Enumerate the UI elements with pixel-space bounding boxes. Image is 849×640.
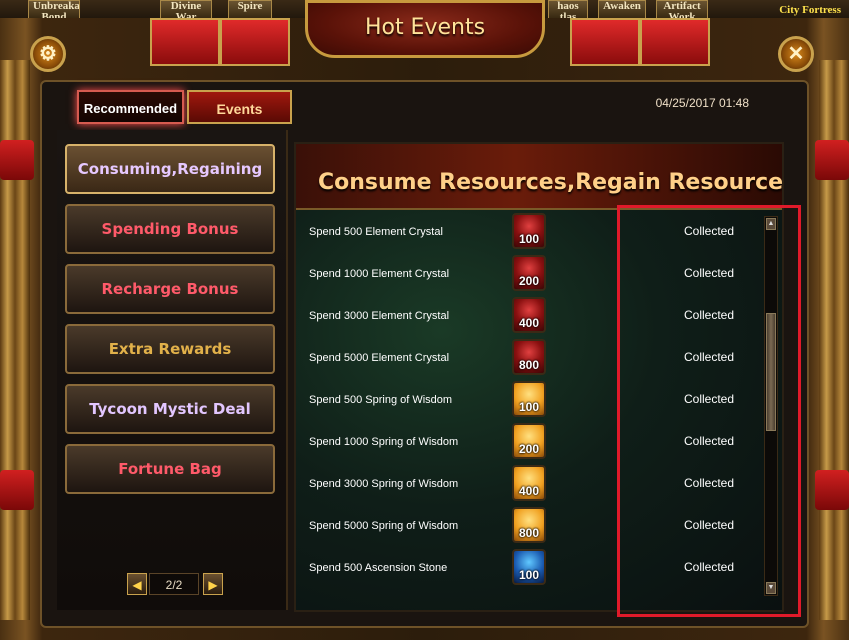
reward-condition-label: Spend 500 Spring of Wisdom bbox=[309, 394, 453, 406]
top-tab-4[interactable]: Awaken bbox=[598, 0, 646, 20]
window-title: Hot Events bbox=[364, 15, 486, 40]
reward-quantity: 100 bbox=[518, 400, 540, 414]
reward-quantity: 200 bbox=[518, 274, 540, 288]
banner-flag bbox=[570, 18, 640, 66]
wisdom-reward-icon[interactable]: 100 bbox=[512, 381, 546, 417]
reward-quantity: 400 bbox=[518, 316, 540, 330]
tab-events[interactable]: Events bbox=[187, 90, 292, 124]
wisdom-reward-icon[interactable]: 200 bbox=[512, 423, 546, 459]
reward-quantity: 200 bbox=[518, 442, 540, 456]
close-button[interactable]: ✕ bbox=[778, 36, 814, 72]
ribbon-decoration bbox=[0, 470, 34, 510]
reward-condition-label: Spend 500 Element Crystal bbox=[309, 226, 443, 238]
city-label[interactable]: City Fortress bbox=[779, 4, 841, 16]
top-tab-1[interactable]: Divine War bbox=[160, 0, 212, 20]
reward-condition-label: Spend 1000 Spring of Wisdom bbox=[309, 436, 459, 448]
sidebar-item-extra-rewards[interactable]: Extra Rewards bbox=[65, 324, 275, 374]
settings-button[interactable]: ⚙ bbox=[30, 36, 66, 72]
banner-flag bbox=[150, 18, 220, 66]
reward-quantity: 800 bbox=[518, 358, 540, 372]
close-icon: ✕ bbox=[787, 43, 805, 65]
reward-condition-label: Spend 1000 Element Crystal bbox=[309, 268, 450, 280]
reward-quantity: 400 bbox=[518, 484, 540, 498]
event-sidebar: Consuming,Regaining Spending Bonus Recha… bbox=[57, 130, 288, 610]
ribbon-decoration bbox=[815, 140, 849, 180]
crystal-reward-icon[interactable]: 100 bbox=[512, 213, 546, 249]
title-plate: Hot Events bbox=[305, 0, 545, 58]
pager-label: 2/2 bbox=[149, 573, 199, 595]
status-column-highlight bbox=[617, 205, 801, 617]
ribbon-decoration bbox=[0, 140, 34, 180]
reward-condition-label: Spend 500 Ascension Stone bbox=[309, 562, 448, 574]
tab-recommended[interactable]: Recommended bbox=[77, 90, 184, 124]
sidebar-item-recharge-bonus[interactable]: Recharge Bonus bbox=[65, 264, 275, 314]
crystal-reward-icon[interactable]: 400 bbox=[512, 297, 546, 333]
pager-prev-button[interactable]: ◀ bbox=[127, 573, 147, 595]
content-header: Consume Resources,Regain Resources bbox=[296, 144, 782, 210]
sidebar-item-fortune-bag[interactable]: Fortune Bag bbox=[65, 444, 275, 494]
reward-quantity: 800 bbox=[518, 526, 540, 540]
sidebar-item-consuming-regaining[interactable]: Consuming,Regaining bbox=[65, 144, 275, 194]
banner-flag bbox=[640, 18, 710, 66]
content-title: Consume Resources,Regain Resources bbox=[318, 170, 784, 195]
gear-icon: ⚙ bbox=[39, 43, 57, 65]
wisdom-reward-icon[interactable]: 800 bbox=[512, 507, 546, 543]
reward-condition-label: Spend 3000 Spring of Wisdom bbox=[309, 478, 459, 490]
pager-next-button[interactable]: ▶ bbox=[203, 573, 223, 595]
top-tab-2[interactable]: Spire bbox=[228, 0, 272, 20]
reward-quantity: 100 bbox=[518, 568, 540, 582]
crystal-reward-icon[interactable]: 800 bbox=[512, 339, 546, 375]
top-tab-0[interactable]: Unbreaka Bond bbox=[28, 0, 80, 20]
ascension-reward-icon[interactable]: 100 bbox=[512, 549, 546, 585]
top-tab-5[interactable]: Artifact Work bbox=[656, 0, 708, 20]
banner-flag bbox=[220, 18, 290, 66]
sidebar-item-tycoon-mystic-deal[interactable]: Tycoon Mystic Deal bbox=[65, 384, 275, 434]
top-tab-3[interactable]: haos tlas bbox=[548, 0, 588, 20]
arrow-right-icon: ▶ bbox=[208, 578, 218, 592]
reward-quantity: 100 bbox=[518, 232, 540, 246]
reward-condition-label: Spend 5000 Spring of Wisdom bbox=[309, 520, 459, 532]
crystal-reward-icon[interactable]: 200 bbox=[512, 255, 546, 291]
wisdom-reward-icon[interactable]: 400 bbox=[512, 465, 546, 501]
reward-condition-label: Spend 3000 Element Crystal bbox=[309, 310, 450, 322]
ribbon-decoration bbox=[815, 470, 849, 510]
reward-condition-label: Spend 5000 Element Crystal bbox=[309, 352, 450, 364]
arrow-left-icon: ◀ bbox=[132, 578, 142, 592]
server-datetime: 04/25/2017 01:48 bbox=[655, 96, 749, 110]
sidebar-item-spending-bonus[interactable]: Spending Bonus bbox=[65, 204, 275, 254]
sidebar-pager: ◀ 2/2 ▶ bbox=[127, 573, 227, 597]
